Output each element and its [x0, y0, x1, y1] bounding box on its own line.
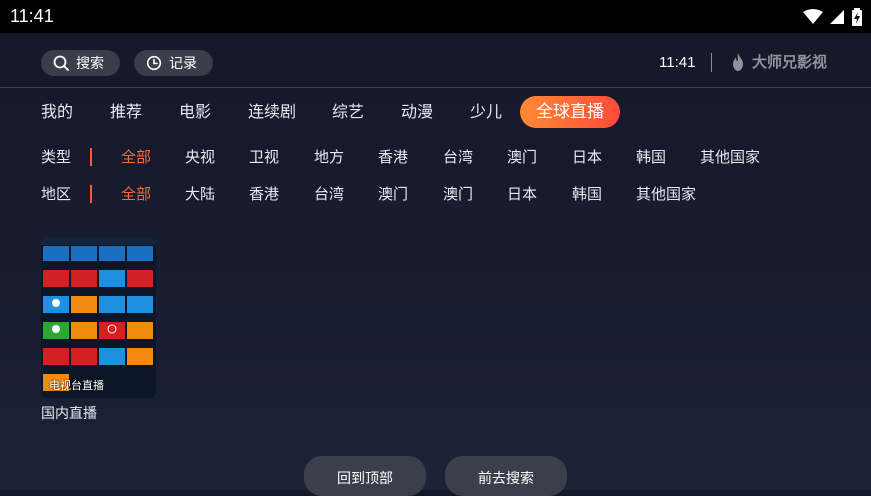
search-icon	[53, 55, 69, 71]
type-option-local[interactable]: 地方	[314, 146, 344, 168]
signal-icon	[830, 9, 844, 24]
back-to-top-button[interactable]: 回到顶部	[304, 456, 426, 496]
region-option-all[interactable]: 全部	[121, 183, 151, 205]
tab-variety[interactable]: 综艺	[332, 96, 364, 128]
tab-series[interactable]: 连续剧	[248, 96, 296, 128]
type-option-hongkong[interactable]: 香港	[378, 146, 408, 168]
live-card[interactable]: 电视台直播	[41, 237, 156, 398]
region-filter-label: 地区	[41, 185, 72, 203]
tab-mine[interactable]: 我的	[41, 96, 73, 128]
status-time: 11:41	[10, 6, 54, 26]
card-thumbnail	[41, 237, 156, 398]
type-option-cctv[interactable]: 央视	[185, 146, 215, 168]
type-option-all[interactable]: 全部	[121, 146, 151, 168]
wifi-icon	[803, 8, 823, 24]
header-clock: 11:41	[659, 54, 696, 71]
region-option-taiwan[interactable]: 台湾	[314, 183, 344, 205]
tab-movies[interactable]: 电影	[179, 96, 211, 128]
search-button-label: 搜索	[76, 56, 104, 72]
card-caption: 电视台直播	[49, 379, 104, 392]
type-filter-label: 类型	[41, 148, 72, 166]
region-option-macau-2[interactable]: 澳门	[443, 183, 473, 205]
type-option-korea[interactable]: 韩国	[636, 146, 666, 168]
status-icons	[803, 7, 863, 26]
type-option-japan[interactable]: 日本	[572, 146, 602, 168]
region-option-other[interactable]: 其他国家	[636, 183, 696, 205]
back-to-top-label: 回到顶部	[337, 471, 393, 487]
tab-global-live[interactable]: 全球直播	[520, 96, 620, 128]
search-button[interactable]: 搜索	[41, 50, 120, 76]
filter-accent-bar	[90, 185, 92, 203]
region-option-hongkong[interactable]: 香港	[249, 183, 279, 205]
brand-name: 大师兄影视	[752, 53, 828, 71]
flame-icon	[733, 52, 743, 71]
type-option-taiwan[interactable]: 台湾	[443, 146, 473, 168]
region-filter-row: 地区 全部 大陆 香港 台湾 澳门 澳门 日本 韩国 其他国家	[0, 183, 871, 205]
type-option-macau[interactable]: 澳门	[507, 146, 537, 168]
tab-kids[interactable]: 少儿	[470, 96, 502, 128]
top-header: 搜索 记录 11:41 大师兄影视	[0, 33, 871, 88]
header-divider	[711, 53, 712, 72]
header-divider-line	[0, 87, 871, 88]
go-search-label: 前去搜索	[478, 471, 534, 487]
category-nav: 我的 推荐 电影 连续剧 综艺 动漫 少儿 全球直播	[0, 96, 871, 128]
filter-accent-bar	[90, 148, 92, 166]
battery-icon	[852, 7, 862, 26]
region-option-mainland[interactable]: 大陆	[185, 183, 215, 205]
history-button-label: 记录	[169, 56, 197, 72]
brand-logo: 大师兄影视	[730, 51, 827, 72]
region-option-korea[interactable]: 韩国	[572, 183, 602, 205]
tab-anime[interactable]: 动漫	[401, 96, 433, 128]
clock-icon	[146, 55, 162, 71]
tab-recommend[interactable]: 推荐	[110, 96, 142, 128]
type-option-satellite[interactable]: 卫视	[249, 146, 279, 168]
type-option-other[interactable]: 其他国家	[700, 146, 760, 168]
go-search-button[interactable]: 前去搜索	[445, 456, 567, 496]
status-bar: 11:41	[0, 0, 871, 33]
region-option-macau[interactable]: 澳门	[378, 183, 408, 205]
region-option-japan[interactable]: 日本	[507, 183, 537, 205]
history-button[interactable]: 记录	[134, 50, 213, 76]
card-title: 国内直播	[41, 406, 97, 422]
type-filter-row: 类型 全部 央视 卫视 地方 香港 台湾 澳门 日本 韩国 其他国家	[0, 146, 871, 168]
